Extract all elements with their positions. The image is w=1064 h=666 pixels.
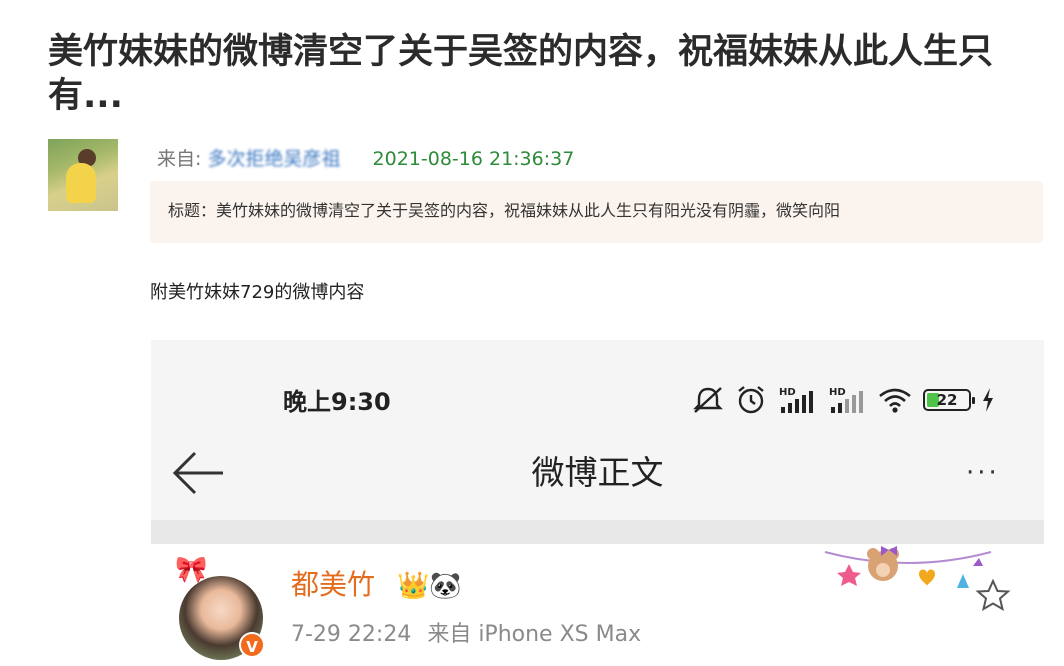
nav-title: 微博正文 — [531, 453, 664, 492]
charging-bolt-icon — [983, 388, 993, 412]
weibo-post-card: 🎀 V 都美竹 👑🐼 7-29 22:24 来自 iPhone XS Max — [151, 544, 1044, 666]
svg-text:HD: HD — [829, 387, 846, 398]
article-title: 美竹妹妹的微博清空了关于吴签的内容，祝福妹妹从此人生只有... — [48, 32, 994, 116]
quote-text: 标题：美竹妹妹的微博清空了关于吴签的内容，祝福妹妹从此人生只有阳光没有阴霾，微笑… — [168, 201, 841, 220]
more-options-icon[interactable]: ··· — [966, 456, 1022, 490]
garland-decoration-icon — [824, 546, 992, 588]
post-user-avatar[interactable]: V — [179, 576, 265, 660]
post-meta: 来自: 多次拒绝吴彦祖 2021-08-16 21:36:37 — [157, 146, 574, 172]
verified-badge-icon: V — [239, 632, 265, 658]
battery-level: 22 — [936, 391, 958, 409]
author-name-link[interactable]: 多次拒绝吴彦祖 — [207, 148, 340, 170]
wifi-icon — [879, 388, 911, 413]
quote-box: 标题：美竹妹妹的微博清空了关于吴签的内容，祝福妹妹从此人生只有阳光没有阴霾，微笑… — [150, 181, 1043, 243]
from-label: 来自: — [157, 148, 202, 170]
signal-hd-2-icon: HD — [829, 387, 863, 413]
favorite-star-icon[interactable] — [975, 578, 1011, 614]
signal-hd-icon: HD — [779, 387, 813, 413]
alarm-clock-icon — [738, 386, 764, 414]
body-text: 附美竹妹妹729的微博内容 — [150, 282, 365, 303]
name-emoji-icons: 👑🐼 — [397, 571, 462, 601]
bell-muted-icon — [693, 387, 723, 413]
post-source: 来自 iPhone XS Max — [427, 622, 642, 647]
embedded-screenshot: 晚上9:30 HD HD 22 微博正文 ··· 🎀 V 都美竹 👑🐼 7-29… — [151, 340, 1044, 666]
status-time: 晚上9:30 — [283, 388, 391, 416]
avatar-figure-shape — [66, 163, 96, 203]
battery-icon: 22 — [923, 389, 975, 411]
post-datetime: 2021-08-16 21:36:37 — [372, 148, 575, 170]
author-avatar[interactable] — [48, 139, 118, 211]
post-time-source: 7-29 22:24 来自 iPhone XS Max — [291, 620, 641, 650]
svg-text:HD: HD — [779, 387, 796, 398]
status-icons: HD HD 22 — [691, 384, 995, 416]
post-username[interactable]: 都美竹 — [291, 566, 375, 604]
section-divider — [151, 520, 1044, 544]
post-time: 7-29 22:24 — [291, 622, 412, 647]
